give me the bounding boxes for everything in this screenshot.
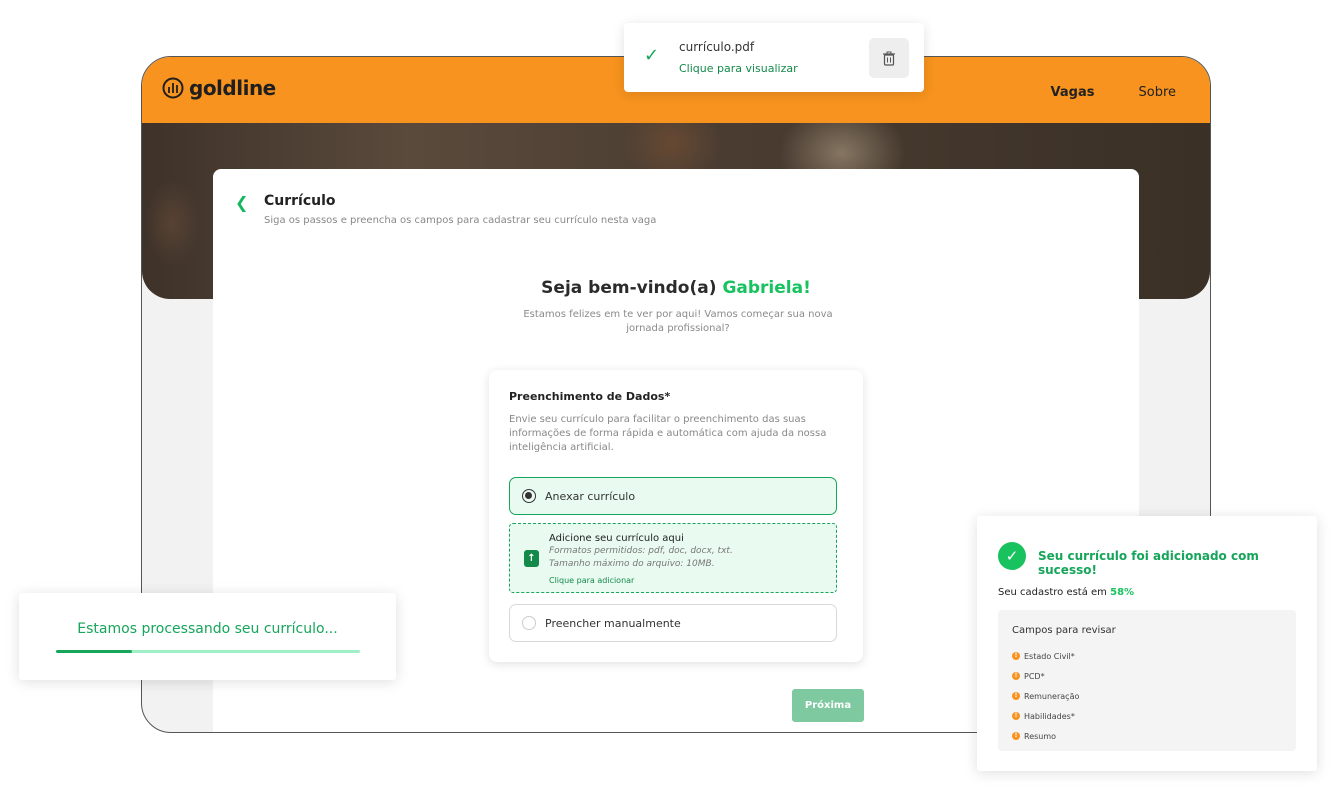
option-manual-label: Preencher manualmente	[545, 616, 681, 630]
check-icon: ✓	[644, 45, 660, 66]
nav-item-vagas[interactable]: Vagas	[1051, 85, 1095, 100]
delete-file-button[interactable]	[869, 38, 909, 78]
option-manual-fill[interactable]: Preencher manualmente	[509, 604, 837, 642]
radio-unselected[interactable]	[522, 616, 536, 630]
processing-text: Estamos processando seu currículo...	[77, 621, 338, 637]
page-subtitle: Siga os passos e preencha os campos para…	[264, 215, 657, 226]
view-file-link[interactable]: Clique para visualizar	[679, 62, 798, 75]
upload-dropzone[interactable]: ↑ Adicione seu currículo aqui Formatos p…	[509, 523, 837, 593]
upload-link[interactable]: Clique para adicionar	[549, 576, 634, 585]
upload-file-icon: ↑	[524, 550, 539, 567]
option-attach-resume[interactable]: Anexar currículo	[509, 477, 837, 515]
success-title: Seu currículo foi adicionado com sucesso…	[1038, 549, 1259, 577]
radio-selected[interactable]	[522, 489, 536, 503]
review-item[interactable]: ! Resumo	[1012, 726, 1079, 746]
upload-max-size: Tamanho máximo do arquivo: 10MB.	[549, 559, 715, 569]
status-prefix: Seu cadastro está em	[998, 587, 1107, 598]
processing-card: Estamos processando seu currículo...	[19, 593, 396, 680]
review-item-label: Remuneração	[1024, 691, 1080, 701]
chevron-left-icon[interactable]: ❮	[235, 193, 248, 212]
goldline-logo-icon	[162, 77, 184, 99]
trash-icon	[883, 51, 895, 66]
option-attach-label: Anexar currículo	[545, 489, 636, 503]
page-title: Currículo	[264, 193, 336, 209]
review-list: ! Estado Civil* ! PCD* ! Remuneração ! Habil…	[1012, 646, 1079, 746]
progress-bar	[56, 650, 360, 653]
form-title: Preenchimento de Dados*	[509, 390, 671, 403]
review-item[interactable]: ! PCD*	[1012, 666, 1079, 686]
warning-dot-icon: !	[1012, 652, 1020, 660]
welcome-description: Estamos felizes em te ver por aqui! Vamo…	[523, 309, 833, 334]
file-uploaded-toast: ✓ currículo.pdf Clique para visualizar	[624, 23, 924, 92]
completion-status: Seu cadastro está em 58%	[998, 587, 1134, 598]
upload-title: Adicione seu currículo aqui	[549, 533, 684, 544]
form-description: Envie seu currículo para facilitar o pre…	[509, 414, 827, 453]
review-item[interactable]: ! Habilidades*	[1012, 706, 1079, 726]
review-item-label: PCD*	[1024, 671, 1045, 681]
review-item-label: Estado Civil*	[1024, 651, 1075, 661]
brand-name: goldline	[189, 76, 276, 100]
logo[interactable]: goldline	[162, 76, 276, 100]
review-item[interactable]: ! Estado Civil*	[1012, 646, 1079, 666]
review-item-label: Habilidades*	[1024, 711, 1075, 721]
welcome-prefix: Seja bem-vindo(a)	[541, 278, 717, 298]
welcome-name: Gabriela!	[722, 278, 811, 298]
review-item[interactable]: ! Remuneração	[1012, 686, 1079, 706]
review-fields-box: Campos para revisar ! Estado Civil* ! PCD*…	[998, 610, 1296, 751]
success-card: ✓ Seu currículo foi adicionado com suces…	[977, 516, 1317, 771]
progress-fill	[56, 650, 132, 653]
status-percentage: 58%	[1110, 587, 1135, 598]
warning-dot-icon: !	[1012, 732, 1020, 740]
check-circle-icon: ✓	[998, 542, 1026, 570]
review-item-label: Resumo	[1024, 731, 1057, 741]
main-nav: Vagas Sobre	[1051, 85, 1176, 100]
warning-dot-icon: !	[1012, 712, 1020, 720]
uploaded-filename: currículo.pdf	[679, 40, 755, 54]
warning-dot-icon: !	[1012, 692, 1020, 700]
welcome-heading: Seja bem-vindo(a) Gabriela!	[213, 278, 1139, 298]
warning-dot-icon: !	[1012, 672, 1020, 680]
review-title: Campos para revisar	[1012, 625, 1116, 636]
nav-item-sobre[interactable]: Sobre	[1138, 85, 1176, 100]
next-button[interactable]: Próxima	[792, 689, 864, 722]
upload-formats: Formatos permitidos: pdf, doc, docx, txt…	[549, 546, 733, 556]
data-fill-box: Preenchimento de Dados* Envie seu curríc…	[489, 370, 863, 662]
